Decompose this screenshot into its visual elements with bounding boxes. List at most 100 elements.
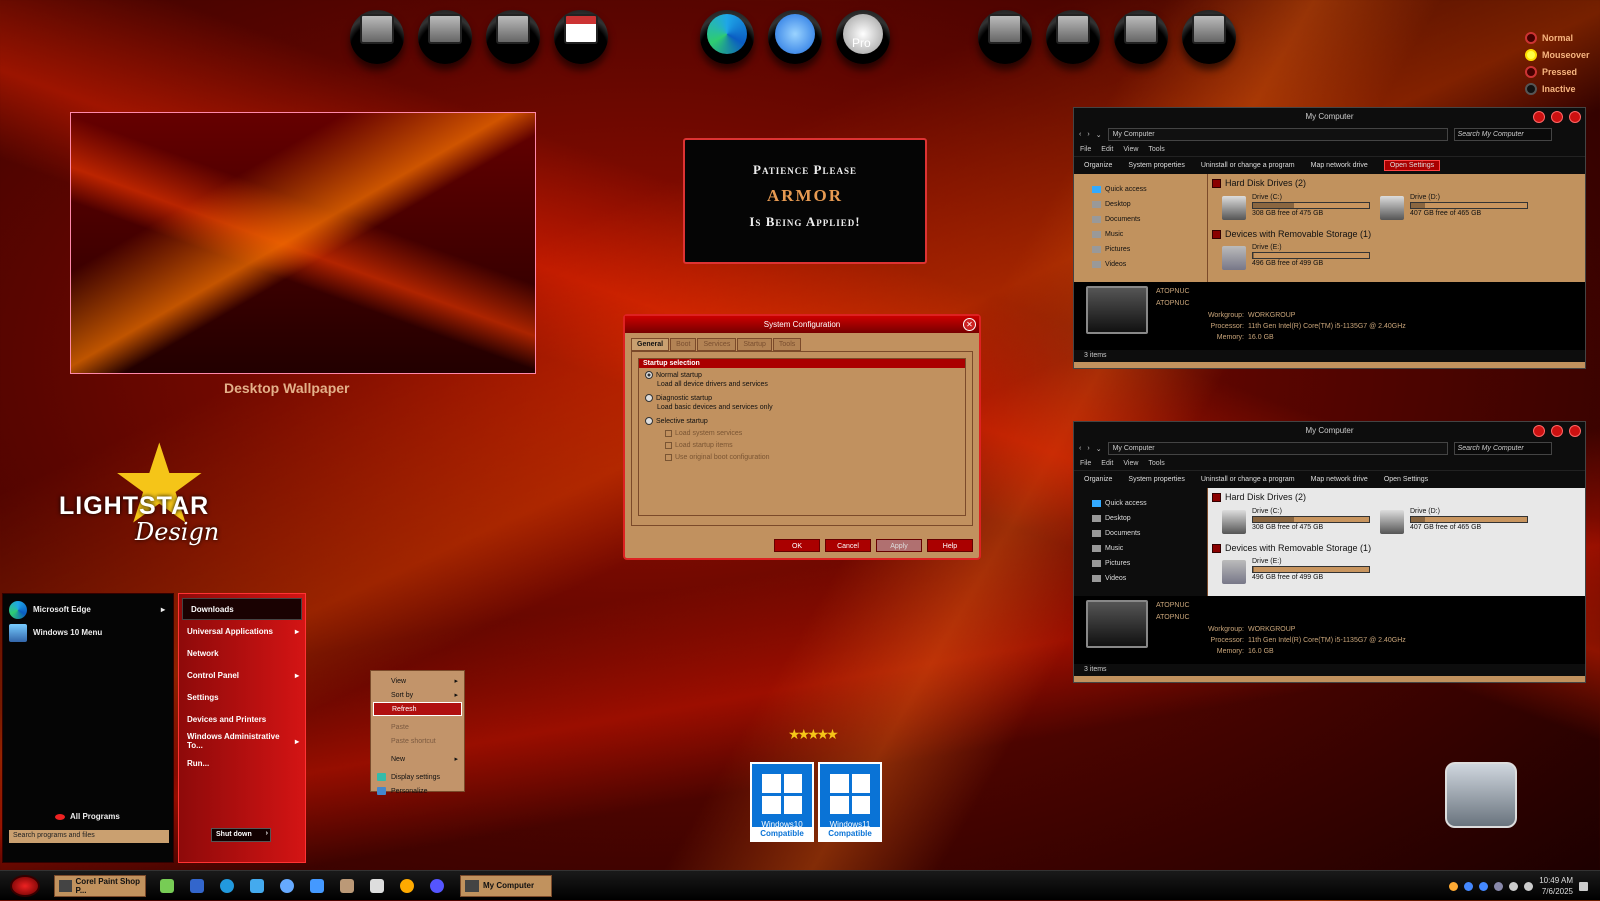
drive-c[interactable]: Drive (C:) 308 GB free of 475 GB [1222, 508, 1370, 534]
nav-videos[interactable]: Videos [1074, 257, 1207, 272]
close-icon[interactable] [1569, 111, 1581, 123]
ctx-refresh[interactable]: Refresh [373, 702, 462, 716]
chevron-down-icon[interactable]: ⌄ [1096, 445, 1102, 453]
uninstall-button[interactable]: Uninstall or change a program [1201, 162, 1295, 169]
volume-icon[interactable] [1509, 881, 1519, 891]
drive-e[interactable]: Drive (E:) 496 GB free of 499 GB [1222, 558, 1370, 584]
start-item-network[interactable]: Network [179, 642, 305, 664]
shield-icon[interactable] [1494, 881, 1504, 891]
nav-music[interactable]: Music [1074, 541, 1207, 556]
menu-file[interactable]: File [1080, 460, 1091, 467]
network-icon[interactable] [1524, 881, 1534, 891]
drive-e[interactable]: Drive (E:) 496 GB free of 499 GB [1222, 244, 1370, 270]
drive-icon[interactable] [1046, 10, 1100, 64]
tray-icon[interactable] [1449, 881, 1459, 891]
drive-icon[interactable] [1182, 10, 1236, 64]
notification-icon[interactable] [1579, 881, 1588, 891]
map-network-drive-button[interactable]: Map network drive [1311, 476, 1368, 483]
forward-icon[interactable]: › [1087, 445, 1089, 452]
system-properties-button[interactable]: System properties [1128, 476, 1184, 483]
app-icon[interactable] [310, 878, 324, 893]
minimize-icon[interactable] [1533, 425, 1545, 437]
nav-documents[interactable]: Documents [1074, 212, 1207, 227]
maximize-icon[interactable] [1551, 111, 1563, 123]
back-icon[interactable]: ‹ [1079, 445, 1081, 452]
ctx-personalize[interactable]: Personalize [373, 784, 462, 798]
start-item-settings[interactable]: Settings [179, 686, 305, 708]
address-bar[interactable]: My Computer [1107, 128, 1448, 141]
nav-pictures[interactable]: Pictures [1074, 242, 1207, 257]
organize-button[interactable]: Organize [1084, 476, 1112, 483]
close-icon[interactable]: ✕ [963, 318, 976, 331]
app-icon[interactable] [430, 878, 444, 893]
nav-pictures[interactable]: Pictures [1074, 556, 1207, 571]
start-item-control-panel[interactable]: Control Panel ▸ [179, 664, 305, 686]
menu-edit[interactable]: Edit [1101, 460, 1113, 467]
ctx-new[interactable]: New ▸ [373, 752, 462, 766]
drive-icon[interactable] [1114, 10, 1168, 64]
drive-icon[interactable] [978, 10, 1032, 64]
menu-file[interactable]: File [1080, 146, 1091, 153]
nav-quick-access[interactable]: Quick access [1074, 496, 1207, 511]
start-button[interactable] [10, 874, 40, 897]
back-icon[interactable]: ‹ [1079, 131, 1081, 138]
edge-icon[interactable] [700, 10, 754, 64]
menu-view[interactable]: View [1123, 460, 1138, 467]
calendar-icon[interactable] [554, 10, 608, 64]
file-explorer-icon[interactable] [190, 878, 204, 893]
sysconfig-titlebar[interactable]: System Configuration ✕ [625, 316, 979, 333]
open-settings-button[interactable]: Open Settings [1383, 160, 1441, 171]
menu-view[interactable]: View [1123, 146, 1138, 153]
ctx-sort-by[interactable]: Sort by ▸ [373, 688, 462, 702]
close-icon[interactable] [1569, 425, 1581, 437]
menu-tools[interactable]: Tools [1148, 460, 1164, 467]
nav-videos[interactable]: Videos [1074, 571, 1207, 586]
app-icon[interactable] [400, 878, 414, 893]
nav-music[interactable]: Music [1074, 227, 1207, 242]
drive-d[interactable]: Drive (D:) 407 GB free of 465 GB [1380, 508, 1528, 534]
start-item-universal-apps[interactable]: Universal Applications ▸ [179, 620, 305, 642]
address-bar[interactable]: My Computer [1107, 442, 1448, 455]
search-input[interactable]: Search My Computer [1453, 442, 1552, 455]
explorer-titlebar[interactable]: My Computer [1074, 108, 1585, 126]
shield-icon[interactable] [370, 878, 384, 893]
monitor-icon[interactable] [350, 10, 404, 64]
menu-edit[interactable]: Edit [1101, 146, 1113, 153]
app-icon[interactable] [340, 878, 354, 893]
chevron-down-icon[interactable]: ⌄ [1096, 131, 1102, 139]
diagnostic-startup-radio[interactable]: Diagnostic startup [639, 394, 965, 402]
tab-startup[interactable]: Startup [737, 338, 772, 351]
google-earth-pro-icon[interactable]: Pro [836, 10, 890, 64]
all-programs-button[interactable]: All Programs [55, 812, 120, 821]
start-item-admin-tools[interactable]: Windows Administrative To... ▸ [179, 730, 305, 752]
media-icon[interactable] [486, 10, 540, 64]
drive-d[interactable]: Drive (D:) 407 GB free of 465 GB [1380, 194, 1528, 220]
nav-desktop[interactable]: Desktop [1074, 197, 1207, 212]
shutdown-button[interactable]: Shut down › [211, 828, 271, 842]
cancel-button[interactable]: Cancel [825, 539, 871, 552]
explorer-titlebar[interactable]: My Computer [1074, 422, 1585, 440]
taskbar-my-computer[interactable]: My Computer [460, 874, 552, 897]
start-item-edge[interactable]: Microsoft Edge ▸ [3, 598, 173, 621]
tab-boot[interactable]: Boot [670, 338, 697, 351]
open-settings-button[interactable]: Open Settings [1384, 476, 1428, 483]
start-item-run[interactable]: Run... [179, 752, 305, 774]
ctx-display-settings[interactable]: Display settings [373, 770, 462, 784]
drive-c[interactable]: Drive (C:) 308 GB free of 475 GB [1222, 194, 1370, 220]
nav-documents[interactable]: Documents [1074, 526, 1207, 541]
search-input[interactable]: Search My Computer [1453, 128, 1552, 141]
nav-quick-access[interactable]: Quick access [1074, 182, 1207, 197]
nav-desktop[interactable]: Desktop [1074, 511, 1207, 526]
menu-tools[interactable]: Tools [1148, 146, 1164, 153]
help-button[interactable]: Help [927, 539, 973, 552]
app-icon[interactable] [280, 878, 294, 893]
recycle-bin-icon[interactable] [1445, 762, 1517, 828]
start-search-input[interactable]: Search programs and files [9, 830, 169, 843]
normal-startup-radio[interactable]: Normal startup [639, 371, 965, 379]
map-network-drive-button[interactable]: Map network drive [1311, 162, 1368, 169]
organize-button[interactable]: Organize [1084, 162, 1112, 169]
tab-services[interactable]: Services [697, 338, 737, 351]
start-item-devices-printers[interactable]: Devices and Printers [179, 708, 305, 730]
start-item-win10menu[interactable]: Windows 10 Menu [3, 621, 173, 644]
system-properties-button[interactable]: System properties [1128, 162, 1184, 169]
